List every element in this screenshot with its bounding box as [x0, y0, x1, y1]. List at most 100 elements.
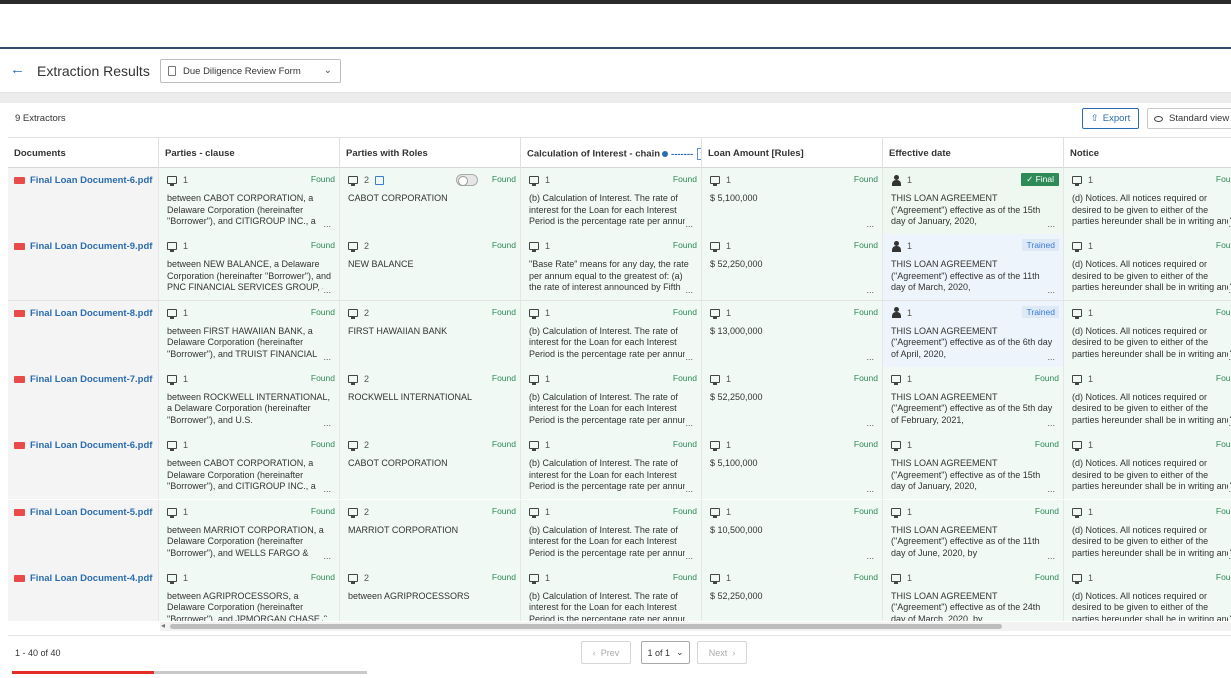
more-ellipsis-icon[interactable]: ... [866, 219, 874, 229]
cell-notice[interactable]: 1 Found (d) Notices. All notices required … [1064, 366, 1231, 433]
more-ellipsis-icon[interactable]: ... [1047, 285, 1055, 296]
cell-parties-clause[interactable]: 1 Found between CABOT CORPORATION, a Delaw… [159, 168, 340, 234]
cell-notice[interactable]: 1 Found (d) Notices. All notices required … [1064, 168, 1231, 234]
more-ellipsis-icon[interactable]: ... [685, 351, 693, 362]
column-header-parties-clause[interactable]: Parties - clause [159, 138, 340, 168]
table-row[interactable]: Final Loan Document-8.pdf 1 Found between F… [8, 300, 1231, 367]
cell-notice[interactable]: 1 Found (d) Notices. All notices required … [1064, 300, 1231, 367]
cell-effective-date[interactable]: 1 Trained THIS LOAN AGREEMENT ("Agreement"… [883, 300, 1064, 367]
cell-effective-date[interactable]: 1 Found THIS LOAN AGREEMENT ("Agreement") … [883, 366, 1064, 433]
cell-parties-roles[interactable]: 2 Found NEW BALANCE [340, 234, 521, 301]
cell-loan-amount[interactable]: 1 Found $ 52,250,000... [702, 366, 883, 433]
more-ellipsis-icon[interactable]: ... [323, 484, 331, 495]
cell-parties-roles[interactable]: 2 Found MARRIOT CORPORATION [340, 499, 521, 566]
document-link[interactable]: Final Loan Document-9.pdf [14, 241, 152, 252]
cell-parties-clause[interactable]: 1 Found between CABOT CORPORATION, a Delaw… [159, 433, 340, 500]
cell-parties-roles[interactable]: 2 Found CABOT CORPORATION [340, 168, 521, 234]
toggle-switch[interactable] [456, 174, 478, 186]
column-header-documents[interactable]: Documents [8, 138, 159, 168]
cell-calculation-interest[interactable]: 1 Found (b) Calculation of Interest. The r… [521, 300, 702, 367]
more-ellipsis-icon[interactable]: ... [323, 550, 331, 561]
cell-parties-roles[interactable]: 2 Found ROCKWELL INTERNATIONAL [340, 366, 521, 433]
cell-parties-clause[interactable]: 1 Found between MARRIOT CORPORATION, a Del… [159, 499, 340, 566]
cell-parties-clause[interactable]: 1 Found between FIRST HAWAIIAN BANK, a Del… [159, 300, 340, 367]
page-select[interactable]: 1 of 1 ⌄ [641, 641, 690, 664]
table-row[interactable]: Final Loan Document-7.pdf 1 Found between R… [8, 366, 1231, 434]
more-ellipsis-icon[interactable]: ... [866, 351, 874, 362]
document-link[interactable]: Final Loan Document-5.pdf [14, 507, 152, 518]
cell-effective-date[interactable]: 1 Trained THIS LOAN AGREEMENT ("Agreement"… [883, 234, 1064, 301]
more-ellipsis-icon[interactable]: ... [866, 285, 874, 296]
more-ellipsis-icon[interactable]: ... [323, 417, 331, 428]
cell-calculation-interest[interactable]: 1 Found (b) Calculation of Interest. The r… [521, 565, 702, 621]
more-ellipsis-icon[interactable]: ... [685, 417, 693, 428]
more-ellipsis-icon[interactable]: ... [866, 550, 874, 561]
scrollbar-thumb[interactable] [170, 624, 1002, 629]
cell-calculation-interest[interactable]: 1 Found "Base Rate" means for any day, the… [521, 234, 702, 301]
document-link[interactable]: Final Loan Document-6.pdf [14, 440, 152, 451]
more-ellipsis-icon[interactable]: ... [1047, 616, 1055, 621]
arrow-left-icon[interactable]: ← [10, 62, 25, 77]
cell-notice[interactable]: 1 Found (d) Notices. All notices required … [1064, 565, 1231, 621]
horizontal-scrollbar[interactable]: ◂ [160, 621, 1231, 631]
cell-parties-clause[interactable]: 1 Found between ROCKWELL INTERNATIONAL, a … [159, 366, 340, 433]
more-ellipsis-icon[interactable]: ... [866, 417, 874, 428]
more-ellipsis-icon[interactable]: ... [323, 219, 331, 229]
cell-calculation-interest[interactable]: 1 Found (b) Calculation of Interest. The r… [521, 366, 702, 433]
cell-effective-date[interactable]: 1 Found THIS LOAN AGREEMENT ("Agreement") … [883, 499, 1064, 566]
more-ellipsis-icon[interactable]: ... [323, 616, 331, 621]
table-row[interactable]: Final Loan Document-5.pdf 1 Found between M… [8, 499, 1231, 566]
cell-parties-clause[interactable]: 1 Found between NEW BALANCE, a Delaware Co… [159, 234, 340, 301]
cell-notice[interactable]: 1 Found (d) Notices. All notices required … [1064, 499, 1231, 566]
cell-calculation-interest[interactable]: 1 Found (b) Calculation of Interest. The r… [521, 433, 702, 500]
form-select-dropdown[interactable]: Due Diligence Review Form ⌄ [160, 59, 341, 83]
more-ellipsis-icon[interactable]: ... [323, 285, 331, 296]
more-ellipsis-icon[interactable]: ... [866, 616, 874, 621]
more-ellipsis-icon[interactable]: ... [685, 285, 693, 296]
cell-loan-amount[interactable]: 1 Found $ 52,250,000... [702, 565, 883, 621]
table-row[interactable]: Final Loan Document-9.pdf 1 Found between N… [8, 234, 1231, 301]
cell-loan-amount[interactable]: 1 Found $ 10,500,000... [702, 499, 883, 566]
standard-view-button[interactable]: Standard view [1147, 108, 1231, 129]
cell-calculation-interest[interactable]: 1 Found (b) Calculation of Interest. The r… [521, 168, 702, 234]
cell-parties-roles[interactable]: 2 Found FIRST HAWAIIAN BANK [340, 300, 521, 367]
table-row[interactable]: Final Loan Document-4.pdf 1 Found between A… [8, 565, 1231, 621]
column-header-effective-date[interactable]: Effective date [883, 138, 1064, 168]
document-link[interactable]: Final Loan Document-4.pdf [14, 573, 152, 584]
cell-effective-date[interactable]: 1 ✓ Final THIS LOAN AGREEMENT ("Agreement"… [883, 168, 1064, 234]
cell-parties-clause[interactable]: 1 Found between AGRIPROCESSORS, a Delaware… [159, 565, 340, 621]
cell-effective-date[interactable]: 1 Found THIS LOAN AGREEMENT ("Agreement") … [883, 433, 1064, 500]
document-link[interactable]: Final Loan Document-7.pdf [14, 374, 152, 385]
more-ellipsis-icon[interactable]: ... [1047, 219, 1055, 229]
more-ellipsis-icon[interactable]: ... [323, 351, 331, 362]
cell-loan-amount[interactable]: 1 Found $ 13,000,000... [702, 300, 883, 367]
column-header-calculation-interest[interactable]: Calculation of Interest - chain-------+ [521, 138, 702, 168]
more-ellipsis-icon[interactable]: ... [1047, 351, 1055, 362]
scroll-left-icon[interactable]: ◂ [161, 621, 165, 630]
document-link[interactable]: Final Loan Document-6.pdf [14, 175, 152, 186]
document-link[interactable]: Final Loan Document-8.pdf [14, 308, 152, 319]
more-ellipsis-icon[interactable]: ... [866, 484, 874, 495]
table-row[interactable]: Final Loan Document-6.pdf 1 Found between C… [8, 168, 1231, 235]
more-ellipsis-icon[interactable]: ... [1047, 417, 1055, 428]
cell-notice[interactable]: 1 Found (d) Notices. All notices required … [1064, 433, 1231, 500]
cell-loan-amount[interactable]: 1 Found $ 52,250,000... [702, 234, 883, 301]
cell-effective-date[interactable]: 1 Found THIS LOAN AGREEMENT ("Agreement") … [883, 565, 1064, 621]
column-header-loan-amount[interactable]: Loan Amount [Rules] [702, 138, 883, 168]
more-ellipsis-icon[interactable]: ... [1047, 550, 1055, 561]
more-ellipsis-icon[interactable]: ... [685, 484, 693, 495]
column-header-parties-roles[interactable]: Parties with Roles [340, 138, 521, 168]
cell-loan-amount[interactable]: 1 Found $ 5,100,000... [702, 168, 883, 234]
more-ellipsis-icon[interactable]: ... [1047, 484, 1055, 495]
more-ellipsis-icon[interactable]: ... [685, 219, 693, 229]
more-ellipsis-icon[interactable]: ... [685, 550, 693, 561]
cell-parties-roles[interactable]: 2 Found CABOT CORPORATION [340, 433, 521, 500]
cell-parties-roles[interactable]: 2 Found between AGRIPROCESSORS [340, 565, 521, 621]
cell-notice[interactable]: 1 Found (d) Notices. All notices required … [1064, 234, 1231, 301]
column-header-notice[interactable]: Notice [1064, 138, 1231, 168]
cell-loan-amount[interactable]: 1 Found $ 5,100,000... [702, 433, 883, 500]
cell-calculation-interest[interactable]: 1 Found (b) Calculation of Interest. The r… [521, 499, 702, 566]
next-button[interactable]: Next › [697, 641, 747, 664]
export-button[interactable]: ⇧ Export [1082, 108, 1139, 129]
prev-button[interactable]: ‹ Prev [581, 641, 631, 664]
